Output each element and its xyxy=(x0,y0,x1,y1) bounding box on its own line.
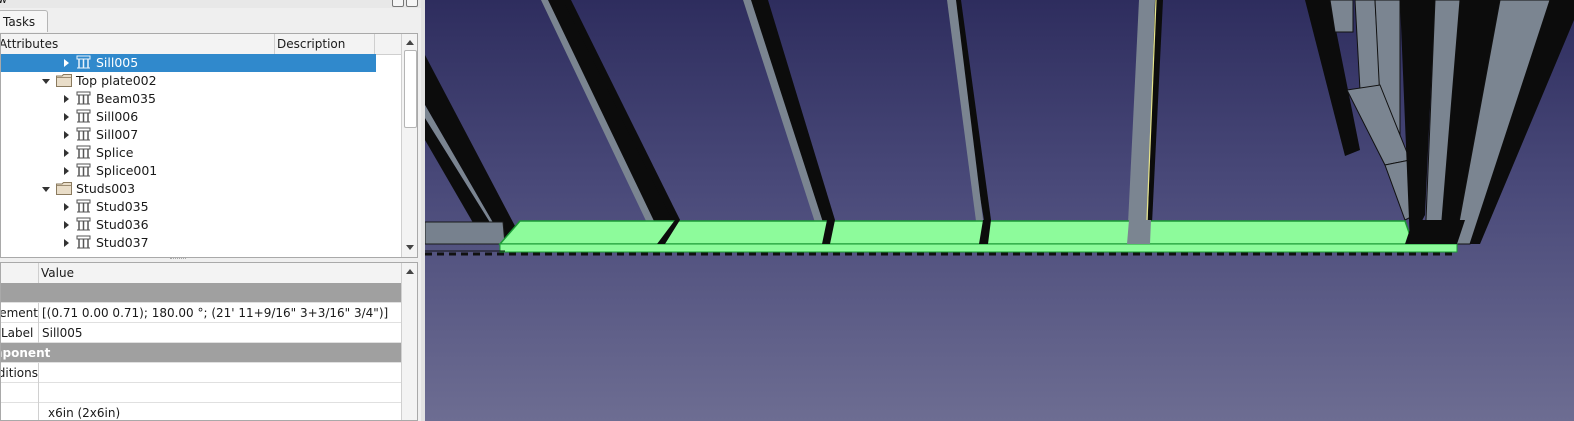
scroll-up-arrow-icon[interactable] xyxy=(406,269,414,274)
tree-scrollbar[interactable] xyxy=(401,34,417,257)
tree-row-label: Stud036 xyxy=(96,217,149,232)
property-value[interactable]: x6in (2x6in) xyxy=(48,403,120,420)
column-header-value[interactable]: Value xyxy=(39,263,401,283)
expand-down-arrow-icon[interactable] xyxy=(42,79,50,84)
property-row[interactable]: Placement [(0.71 0.00 0.71); 180.00 °; (2… xyxy=(1,303,401,323)
tree-row[interactable]: Sill007 xyxy=(1,126,376,144)
rafter-1-face xyxy=(541,0,665,244)
selected-sill-side[interactable] xyxy=(499,243,1458,253)
tree-row[interactable]: Sill006 xyxy=(1,108,376,126)
property-rows: Placement [(0.71 0.00 0.71); 180.00 °; (2… xyxy=(1,283,401,420)
tree-row-label: Stud037 xyxy=(96,235,149,250)
tree-row[interactable]: Top plate002 xyxy=(1,72,376,90)
tree-row[interactable]: Beam035 xyxy=(1,90,376,108)
property-key-text: Label xyxy=(1,326,34,340)
property-key xyxy=(1,383,39,403)
selected-sill-top[interactable] xyxy=(498,220,1415,245)
property-key: Placement xyxy=(1,303,39,323)
property-value[interactable]: [(0.71 0.00 0.71); 180.00 °; (21' 11+9/1… xyxy=(42,303,388,323)
left-panel: w Tasks Attributes Description Sill005 To… xyxy=(0,0,421,421)
tree-row[interactable]: Sill005 xyxy=(1,54,376,72)
tree-row-label: Top plate002 xyxy=(76,73,157,88)
property-key-text: Additions xyxy=(1,366,38,380)
structure-part-icon xyxy=(76,127,91,141)
tab-tasks[interactable]: Tasks xyxy=(0,10,48,32)
right-cluster-foot xyxy=(1405,220,1465,244)
tree-row[interactable]: Splice001 xyxy=(1,162,376,180)
expand-right-arrow-icon[interactable] xyxy=(64,203,69,211)
tab-bar xyxy=(0,8,421,34)
property-group-row[interactable]: Component xyxy=(1,343,401,363)
property-view[interactable]: Value Placement [(0.71 0.00 0.71); 180.00… xyxy=(0,262,418,421)
tree-row[interactable]: Stud035 xyxy=(1,198,376,216)
property-key: Label xyxy=(1,323,39,343)
left-plate-side xyxy=(425,221,506,245)
structure-part-icon xyxy=(76,199,91,213)
structure-part-icon xyxy=(76,163,91,177)
tree-row[interactable]: Splice xyxy=(1,144,376,162)
rafter-2-face xyxy=(743,0,830,244)
column-header-property[interactable] xyxy=(1,263,39,283)
panel-title: w xyxy=(0,0,7,6)
property-header: Value xyxy=(1,263,401,284)
column-header-attributes[interactable]: Attributes xyxy=(1,34,275,54)
expand-right-arrow-icon[interactable] xyxy=(64,131,69,139)
tree-scroll-thumb[interactable] xyxy=(404,50,417,128)
structure-part-icon xyxy=(76,235,91,249)
property-value[interactable]: Sill005 xyxy=(42,323,83,343)
property-group-row[interactable] xyxy=(1,283,401,303)
tree-row[interactable]: Stud036 xyxy=(1,216,376,234)
expand-right-arrow-icon[interactable] xyxy=(64,239,69,247)
3d-scene[interactable] xyxy=(425,0,1574,421)
expand-right-arrow-icon[interactable] xyxy=(64,59,69,67)
tree-row[interactable]: Studs003 xyxy=(1,180,376,198)
panel-title-strip: w xyxy=(0,0,421,8)
tree-row-label: Beam035 xyxy=(96,91,156,106)
float-panel-button[interactable] xyxy=(392,0,404,7)
expand-right-arrow-icon[interactable] xyxy=(64,113,69,121)
property-row[interactable]: x6in (2x6in) xyxy=(1,403,401,420)
property-key-text: Placement xyxy=(1,306,38,320)
scroll-down-arrow-icon[interactable] xyxy=(406,245,414,250)
tree-row-label: Splice001 xyxy=(96,163,158,178)
structure-part-icon xyxy=(76,109,91,123)
tree-row-label: Sill006 xyxy=(96,109,139,124)
property-key xyxy=(1,403,39,420)
property-row[interactable]: Label Sill005 xyxy=(1,323,401,343)
structure-part-icon xyxy=(76,217,91,231)
rafter-4-foot xyxy=(1127,220,1151,244)
3d-viewport[interactable] xyxy=(425,0,1574,421)
rafter-1-dark-edge xyxy=(563,0,680,226)
property-scrollbar[interactable] xyxy=(401,263,417,420)
tree-view[interactable]: Attributes Description Sill005 Top plate0… xyxy=(0,33,418,258)
structure-part-icon xyxy=(76,55,91,69)
expand-right-arrow-icon[interactable] xyxy=(64,95,69,103)
scroll-up-arrow-icon[interactable] xyxy=(406,40,414,45)
folder-icon xyxy=(56,182,72,195)
expand-right-arrow-icon[interactable] xyxy=(64,167,69,175)
property-group-label: Component xyxy=(1,346,51,360)
tree-row[interactable]: Stud037 xyxy=(1,234,376,252)
tree-row-label: Stud035 xyxy=(96,199,149,214)
expand-down-arrow-icon[interactable] xyxy=(42,187,50,192)
expand-right-arrow-icon[interactable] xyxy=(64,221,69,229)
close-panel-button[interactable] xyxy=(406,0,418,7)
structure-part-icon xyxy=(76,91,91,105)
rafter-3-face xyxy=(947,0,986,244)
tree-row-label: Studs003 xyxy=(76,181,136,196)
structure-part-icon xyxy=(76,145,91,159)
column-header-description[interactable]: Description xyxy=(275,34,375,54)
tree-rows: Sill005 Top plate002 Beam035 Sill006 Sill007… xyxy=(1,54,403,257)
tree-row-label: Splice xyxy=(96,145,134,160)
property-row[interactable] xyxy=(1,383,401,403)
tree-row-label: Sill005 xyxy=(96,55,139,70)
property-row[interactable]: Additions xyxy=(1,363,401,383)
property-key: Additions xyxy=(1,363,39,383)
tree-header: Attributes Description xyxy=(1,34,403,55)
tree-row-label: Sill007 xyxy=(96,127,139,142)
expand-right-arrow-icon[interactable] xyxy=(64,149,69,157)
folder-icon xyxy=(56,74,72,87)
right-member-d-face xyxy=(1346,84,1411,166)
